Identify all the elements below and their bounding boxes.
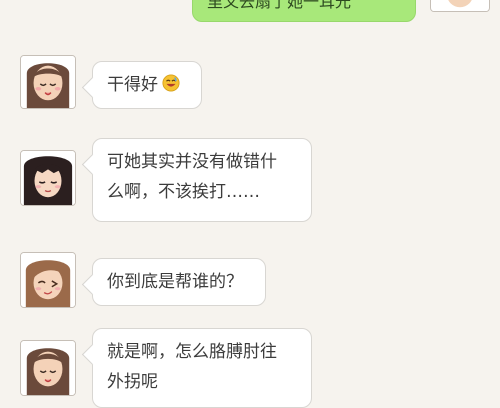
message-bubble-incoming: 可她其实并没有做错什 么啊，不该挨打…… <box>92 138 312 222</box>
message-text-line: 就是啊，怎么胳膊肘往 <box>107 342 277 362</box>
avatar-sender-4 <box>20 340 76 396</box>
avatar-sender-3 <box>20 252 76 308</box>
chat-thread: 里又去扇了她一耳光 干得好 可她其实并没有做错什 么啊，不该挨打…… 你到底是帮… <box>0 0 500 408</box>
message-text-line: 外拐呢 <box>107 372 158 392</box>
avatar-partial-icon <box>431 0 489 11</box>
message-bubble-incoming: 干得好 <box>92 61 202 109</box>
message-text: 里又去扇了她一耳光 <box>207 0 352 11</box>
message-text-line: 么啊，不该挨打…… <box>107 182 260 202</box>
avatar-long-hair-girl-icon <box>21 56 75 108</box>
message-bubble-incoming: 就是啊，怎么胳膊肘往 外拐呢 <box>92 328 312 408</box>
message-bubble-outgoing: 里又去扇了她一耳光 <box>192 0 416 22</box>
avatar-long-hair-girl-icon <box>21 341 75 395</box>
message-text-line: 可她其实并没有做错什 <box>107 152 277 172</box>
avatar-top-right <box>430 0 490 12</box>
message-text: 你到底是帮谁的？ <box>107 272 243 292</box>
avatar-sender-1 <box>20 55 76 109</box>
avatar-sender-2 <box>20 150 76 206</box>
message-bubble-incoming: 你到底是帮谁的？ <box>92 258 266 306</box>
avatar-winking-girl-icon <box>21 253 75 307</box>
laughing-emoji-icon <box>162 74 180 92</box>
avatar-black-hair-girl-icon <box>21 151 75 205</box>
message-text: 干得好 <box>107 75 158 95</box>
